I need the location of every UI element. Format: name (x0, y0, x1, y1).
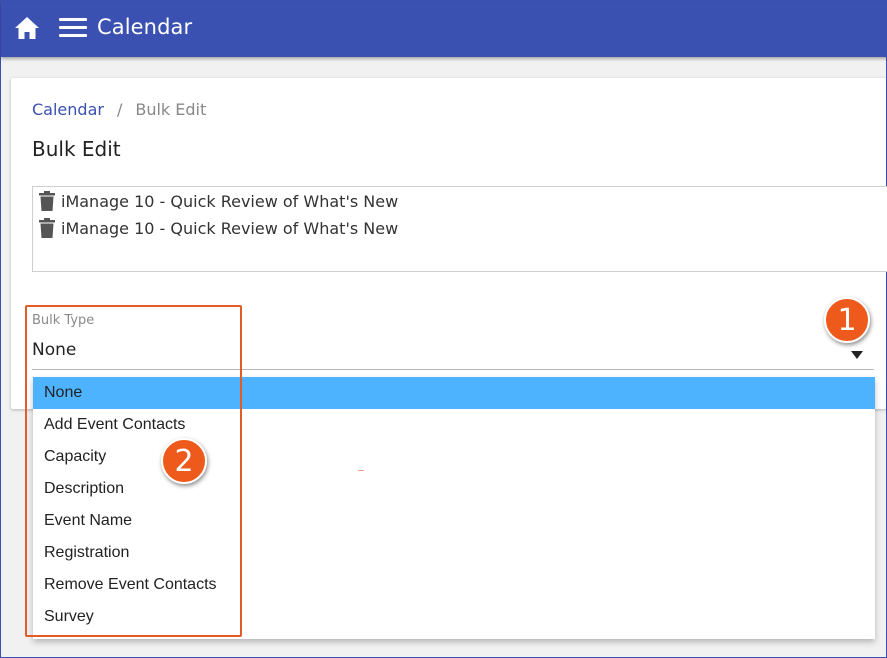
bulk-edit-card: Calendar / Bulk Edit Bulk Edit iManage 1… (11, 78, 887, 409)
list-item: iManage 10 - Quick Review of What's New (39, 190, 398, 212)
option-survey[interactable]: Survey (33, 601, 875, 633)
option-registration[interactable]: Registration (33, 537, 875, 569)
app-title: Calendar (97, 15, 193, 39)
trash-icon[interactable] (39, 191, 55, 211)
caret-down-icon[interactable] (851, 351, 863, 359)
annotation-marker-1: 1 (824, 297, 870, 343)
option-capacity[interactable]: Capacity (33, 441, 875, 473)
list-item: iManage 10 - Quick Review of What's New (39, 217, 398, 239)
breadcrumb-link-calendar[interactable]: Calendar (32, 100, 104, 119)
home-icon[interactable] (14, 16, 40, 40)
annotation-marker-2: 2 (161, 438, 207, 484)
option-none[interactable]: None (33, 377, 875, 409)
option-description[interactable]: Description (33, 473, 875, 505)
annotation-dash (358, 470, 364, 471)
menu-icon[interactable] (59, 18, 87, 38)
app-bar: Calendar (1, 1, 887, 57)
bulk-type-dropdown: None Add Event Contacts Capacity Descrip… (33, 377, 875, 639)
breadcrumb: Calendar / Bulk Edit (32, 100, 206, 119)
trash-icon[interactable] (39, 218, 55, 238)
bulk-type-label: Bulk Type (32, 313, 95, 328)
page-title: Bulk Edit (32, 137, 121, 161)
selected-events-list: iManage 10 - Quick Review of What's New … (32, 186, 887, 272)
option-remove-event-contacts[interactable]: Remove Event Contacts (33, 569, 875, 601)
event-name: iManage 10 - Quick Review of What's New (61, 191, 399, 211)
event-name: iManage 10 - Quick Review of What's New (61, 218, 399, 238)
window-frame: Calendar Calendar / Bulk Edit Bulk Edit … (0, 0, 887, 658)
option-event-name[interactable]: Event Name (33, 505, 875, 537)
select-underline (32, 369, 874, 370)
option-add-event-contacts[interactable]: Add Event Contacts (33, 409, 875, 441)
bulk-type-select[interactable]: None (32, 340, 76, 360)
breadcrumb-separator: / (116, 100, 123, 119)
breadcrumb-current: Bulk Edit (135, 100, 207, 119)
